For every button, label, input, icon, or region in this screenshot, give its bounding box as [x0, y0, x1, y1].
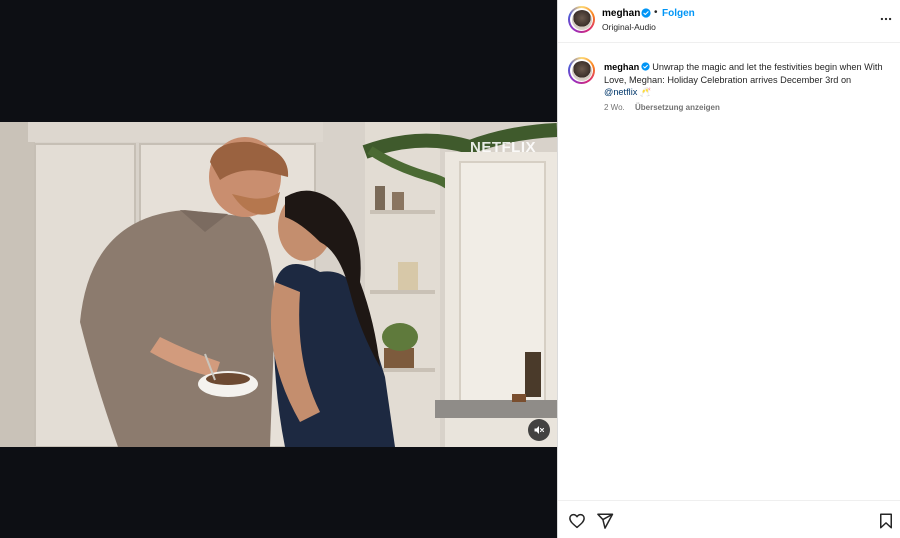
follow-button[interactable]: Folgen — [662, 8, 695, 19]
verified-badge-icon — [641, 8, 651, 18]
mute-toggle-button[interactable] — [528, 419, 550, 441]
post-detail-panel: meghan • Folgen Original-Audio meghan Unw… — [557, 0, 900, 538]
verified-badge-icon — [641, 62, 650, 71]
video-frame-image: NETFLIX — [0, 122, 557, 447]
post-caption: meghan Unwrap the magic and let the festi… — [604, 61, 894, 99]
muted-speaker-icon — [534, 426, 545, 434]
netflix-mention-link[interactable]: @netflix — [604, 87, 637, 97]
bookmark-icon[interactable] — [877, 512, 895, 530]
author-avatar[interactable] — [568, 6, 595, 33]
share-icon[interactable] — [596, 512, 614, 530]
more-options-icon[interactable] — [878, 12, 894, 26]
caption-username[interactable]: meghan — [604, 62, 639, 72]
video-pane[interactable]: NETFLIX — [0, 0, 557, 538]
video-player[interactable]: NETFLIX — [0, 122, 557, 447]
caption-meta: 2 Wo. Übersetzung anzeigen — [604, 103, 720, 112]
show-translation-link[interactable]: Übersetzung anzeigen — [635, 103, 720, 112]
audio-link[interactable]: Original-Audio — [602, 22, 656, 32]
header-separator: • — [654, 7, 658, 18]
author-username[interactable]: meghan — [602, 8, 640, 19]
caption-author-avatar[interactable] — [568, 57, 595, 84]
caption-emoji: 🥂 — [639, 87, 652, 97]
heart-icon[interactable] — [568, 512, 586, 530]
action-bar — [558, 500, 900, 538]
netflix-watermark: NETFLIX — [470, 139, 536, 156]
post-age: 2 Wo. — [604, 103, 625, 112]
post-header: meghan • Folgen Original-Audio — [558, 0, 900, 43]
